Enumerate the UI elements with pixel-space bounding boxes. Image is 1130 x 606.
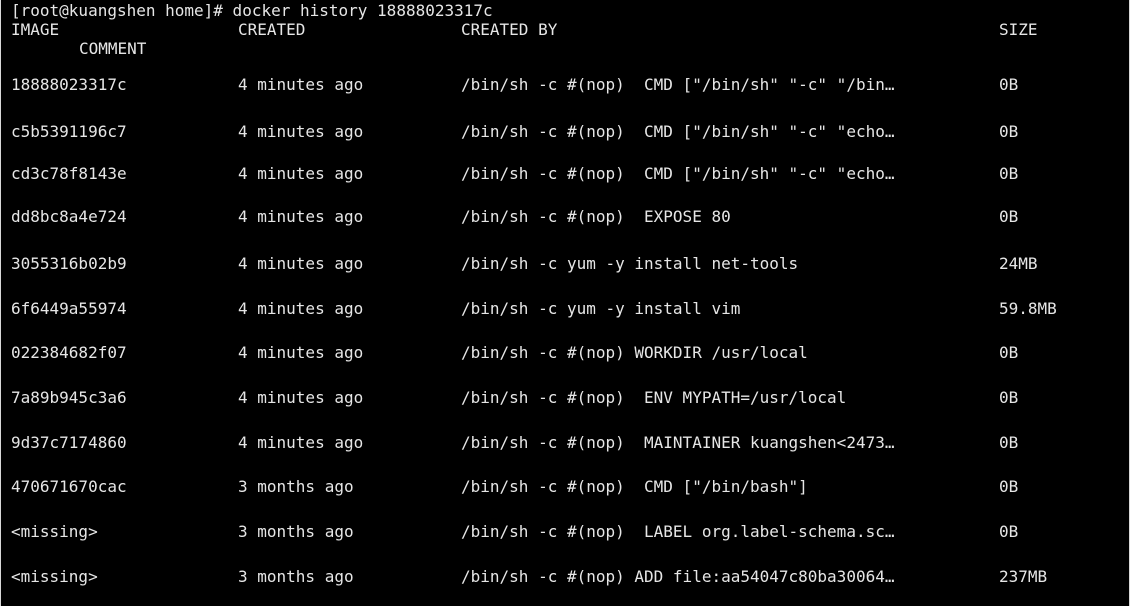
created-by-command: /bin/sh -c #(nop) EXPOSE 80 [461, 207, 731, 226]
created-by-command: /bin/sh -c #(nop) LABEL org.label-schema… [461, 522, 895, 541]
table-row: 022384682f07 4 minutes ago /bin/sh -c #(… [1, 341, 1129, 365]
table-row: 6f6449a55974 4 minutes ago /bin/sh -c yu… [1, 297, 1129, 321]
created-time: 3 months ago [238, 477, 354, 496]
layer-size: 0B [999, 388, 1019, 407]
table-row: c5b5391196c7 4 minutes ago /bin/sh -c #(… [1, 120, 1129, 144]
layer-size: 0B [999, 164, 1019, 183]
created-by-command: /bin/sh -c #(nop) CMD ["/bin/sh" "-c" "e… [461, 122, 895, 141]
created-time: 4 minutes ago [238, 122, 364, 141]
created-time: 4 minutes ago [238, 299, 364, 318]
image-id: dd8bc8a4e724 [11, 207, 127, 226]
layer-size: 0B [999, 75, 1019, 94]
image-id: 470671670cac [11, 477, 127, 496]
table-row: <missing> 3 months ago /bin/sh -c #(nop)… [1, 520, 1129, 544]
created-time: 4 minutes ago [238, 388, 364, 407]
created-by-command: /bin/sh -c #(nop) CMD ["/bin/bash"] [461, 477, 808, 496]
image-id: c5b5391196c7 [11, 122, 127, 141]
layer-size: 0B [999, 433, 1019, 452]
table-row: dd8bc8a4e724 4 minutes ago /bin/sh -c #(… [1, 205, 1129, 229]
image-id: 6f6449a55974 [11, 299, 127, 318]
created-time: 4 minutes ago [238, 433, 364, 452]
terminal-window[interactable]: [root@kuangshen home]# docker history 18… [0, 0, 1130, 606]
created-time: 3 months ago [238, 522, 354, 541]
image-id: <missing> [11, 567, 98, 586]
created-time: 3 months ago [238, 567, 354, 586]
layer-size: 237MB [999, 567, 1048, 586]
created-time: 4 minutes ago [238, 75, 364, 94]
created-by-command: /bin/sh -c #(nop) CMD ["/bin/sh" "-c" "e… [461, 164, 895, 183]
created-time: 4 minutes ago [238, 254, 364, 273]
table-row: 18888023317c 4 minutes ago /bin/sh -c #(… [1, 73, 1129, 97]
table-row: 3055316b02b9 4 minutes ago /bin/sh -c yu… [1, 252, 1129, 276]
table-row: 470671670cac 3 months ago /bin/sh -c #(n… [1, 475, 1129, 499]
layer-size: 0B [999, 477, 1019, 496]
created-by-command: /bin/sh -c #(nop) WORKDIR /usr/local [461, 343, 808, 362]
layer-size: 24MB [999, 254, 1038, 273]
image-id: 3055316b02b9 [11, 254, 127, 273]
created-by-command: /bin/sh -c yum -y install vim [461, 299, 741, 318]
layer-size: 0B [999, 522, 1019, 541]
image-id: 022384682f07 [11, 343, 127, 362]
layer-size: 0B [999, 207, 1019, 226]
table-row: 7a89b945c3a6 4 minutes ago /bin/sh -c #(… [1, 386, 1129, 410]
layer-size: 0B [999, 343, 1019, 362]
layer-size: 0B [999, 122, 1019, 141]
created-by-command: /bin/sh -c yum -y install net-tools [461, 254, 799, 273]
image-id: 9d37c7174860 [11, 433, 127, 452]
created-by-command: /bin/sh -c #(nop) CMD ["/bin/sh" "-c" "/… [461, 75, 895, 94]
history-table: 18888023317c 4 minutes ago /bin/sh -c #(… [1, 0, 1129, 606]
created-time: 4 minutes ago [238, 164, 364, 183]
layer-size: 59.8MB [999, 299, 1057, 318]
created-time: 4 minutes ago [238, 207, 364, 226]
image-id: 7a89b945c3a6 [11, 388, 127, 407]
table-row: <missing> 3 months ago /bin/sh -c #(nop)… [1, 565, 1129, 589]
created-by-command: /bin/sh -c #(nop) ENV MYPATH=/usr/local [461, 388, 847, 407]
created-by-command: /bin/sh -c #(nop) ADD file:aa54047c80ba3… [461, 567, 895, 586]
image-id: cd3c78f8143e [11, 164, 127, 183]
table-row: cd3c78f8143e 4 minutes ago /bin/sh -c #(… [1, 162, 1129, 186]
created-by-command: /bin/sh -c #(nop) MAINTAINER kuangshen<2… [461, 433, 895, 452]
image-id: <missing> [11, 522, 98, 541]
created-time: 4 minutes ago [238, 343, 364, 362]
image-id: 18888023317c [11, 75, 127, 94]
table-row: 9d37c7174860 4 minutes ago /bin/sh -c #(… [1, 431, 1129, 455]
